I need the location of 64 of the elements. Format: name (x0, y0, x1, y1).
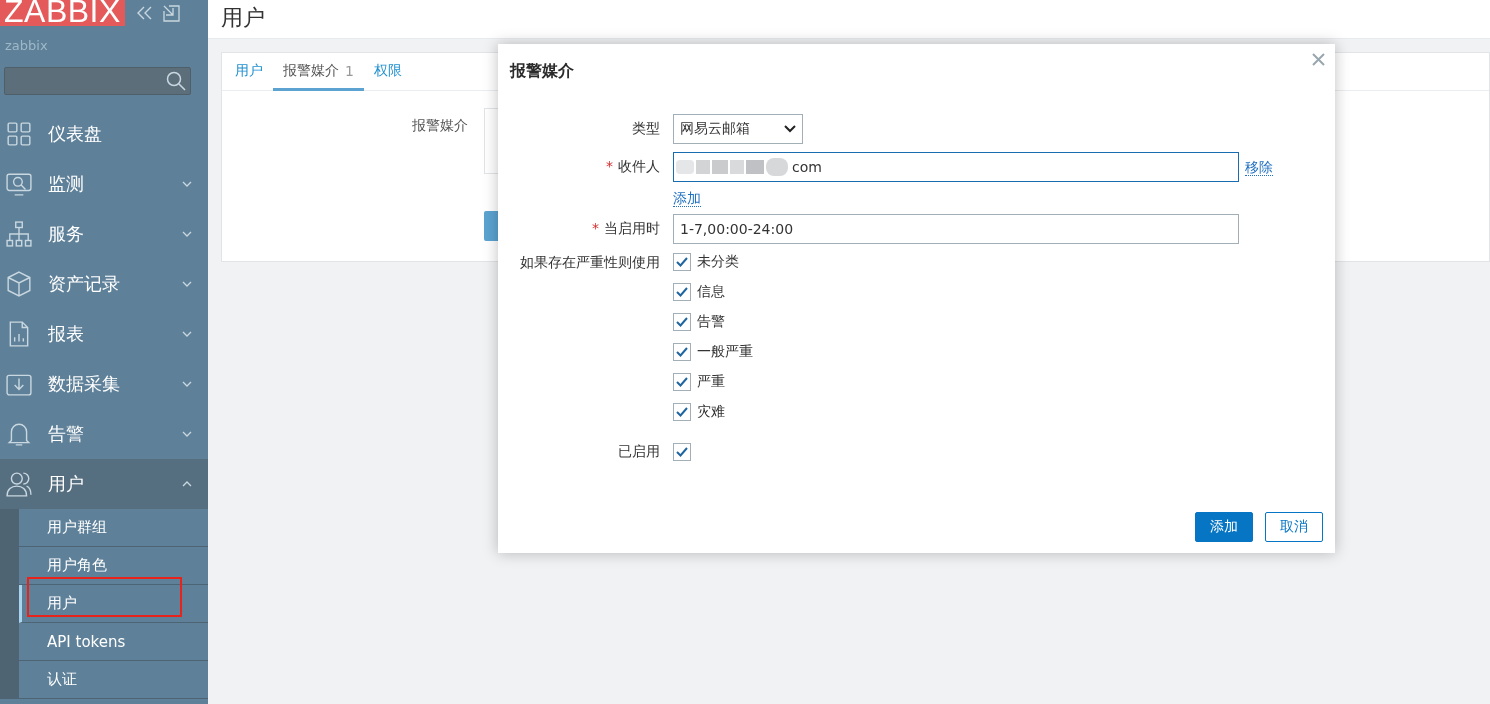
checkbox-label: 信息 (697, 283, 725, 301)
field-label: 报警媒介 (412, 117, 468, 135)
checkbox-checked[interactable] (673, 373, 691, 391)
dialog-title: 报警媒介 (510, 61, 574, 82)
menu-item[interactable]: 用户 (0, 459, 208, 509)
checkbox-checked[interactable] (673, 343, 691, 361)
tab[interactable]: 权限 (363, 53, 412, 91)
monitor-icon (6, 171, 32, 197)
checkbox-checked[interactable] (673, 403, 691, 421)
type-dropdown[interactable]: 网易云邮箱 (673, 114, 803, 144)
menu-item[interactable]: 资产记录 (0, 259, 208, 309)
popout-icon[interactable] (162, 4, 180, 22)
hierarchy-icon (6, 221, 32, 247)
checkbox-label: 未分类 (697, 253, 739, 271)
chevron-down-icon (784, 125, 796, 133)
menu-item[interactable]: 仪表盘 (0, 109, 208, 159)
dashboard-icon (6, 121, 32, 147)
menu-item[interactable]: 数据采集 (0, 359, 208, 409)
field-value: com (792, 159, 822, 175)
logo[interactable]: ZABBIX (0, 0, 125, 26)
add-button[interactable]: 添加 (1195, 512, 1253, 542)
menu-item[interactable]: 报表 (0, 309, 208, 359)
chevron-down-icon (182, 181, 192, 187)
checkbox-label: 严重 (697, 373, 725, 391)
field-label: * 当启用时 (591, 220, 660, 238)
chevron-down-icon (182, 231, 192, 237)
field-label: 类型 (631, 120, 660, 138)
field-label: 已启用 (617, 443, 660, 461)
checkbox-label: 告警 (697, 313, 725, 331)
checkbox-label: 一般严重 (697, 343, 753, 361)
chevron-down-icon (182, 381, 192, 387)
checkbox-checked[interactable] (673, 443, 691, 461)
page-title: 用户 (221, 4, 265, 32)
users-icon (6, 471, 32, 497)
checkbox-checked[interactable] (673, 283, 691, 301)
recipient-field[interactable]: com (673, 152, 1239, 182)
search-icon (166, 71, 186, 91)
add-link[interactable]: 添加 (673, 190, 701, 207)
submenu-item[interactable]: 用户群组 (19, 509, 208, 547)
cancel-button[interactable]: 取消 (1265, 512, 1323, 542)
tab[interactable]: 用户 (225, 53, 273, 91)
checkbox-checked[interactable] (673, 313, 691, 331)
tab[interactable]: 报警媒介 1 (273, 53, 364, 91)
field-label: * 收件人 (605, 158, 660, 176)
bell-icon (6, 421, 32, 447)
checkbox-checked[interactable] (673, 253, 691, 271)
cube-icon (6, 271, 32, 297)
chevron-down-icon (182, 281, 192, 287)
chevron-down-icon (182, 331, 192, 337)
menu-item[interactable]: 服务 (0, 209, 208, 259)
menu-item[interactable]: 监测 (0, 159, 208, 209)
schedule-field[interactable]: 1-7,00:00-24:00 (673, 214, 1239, 244)
checkbox-label: 灾难 (697, 403, 725, 421)
chevron-down-icon (182, 431, 192, 437)
submenu-item[interactable]: API tokens (19, 623, 208, 661)
field-label: 如果存在严重性则使用 (519, 253, 660, 272)
username: zabbix (5, 38, 49, 53)
submenu-item[interactable]: 用户 (19, 585, 208, 623)
search-field[interactable] (4, 67, 191, 95)
chevron-up-icon (182, 481, 192, 487)
remove-link[interactable]: 移除 (1245, 158, 1273, 176)
submenu-item[interactable]: 认证 (19, 661, 208, 699)
menu-item[interactable]: 告警 (0, 409, 208, 459)
submenu-item[interactable]: 用户角色 (19, 547, 208, 585)
